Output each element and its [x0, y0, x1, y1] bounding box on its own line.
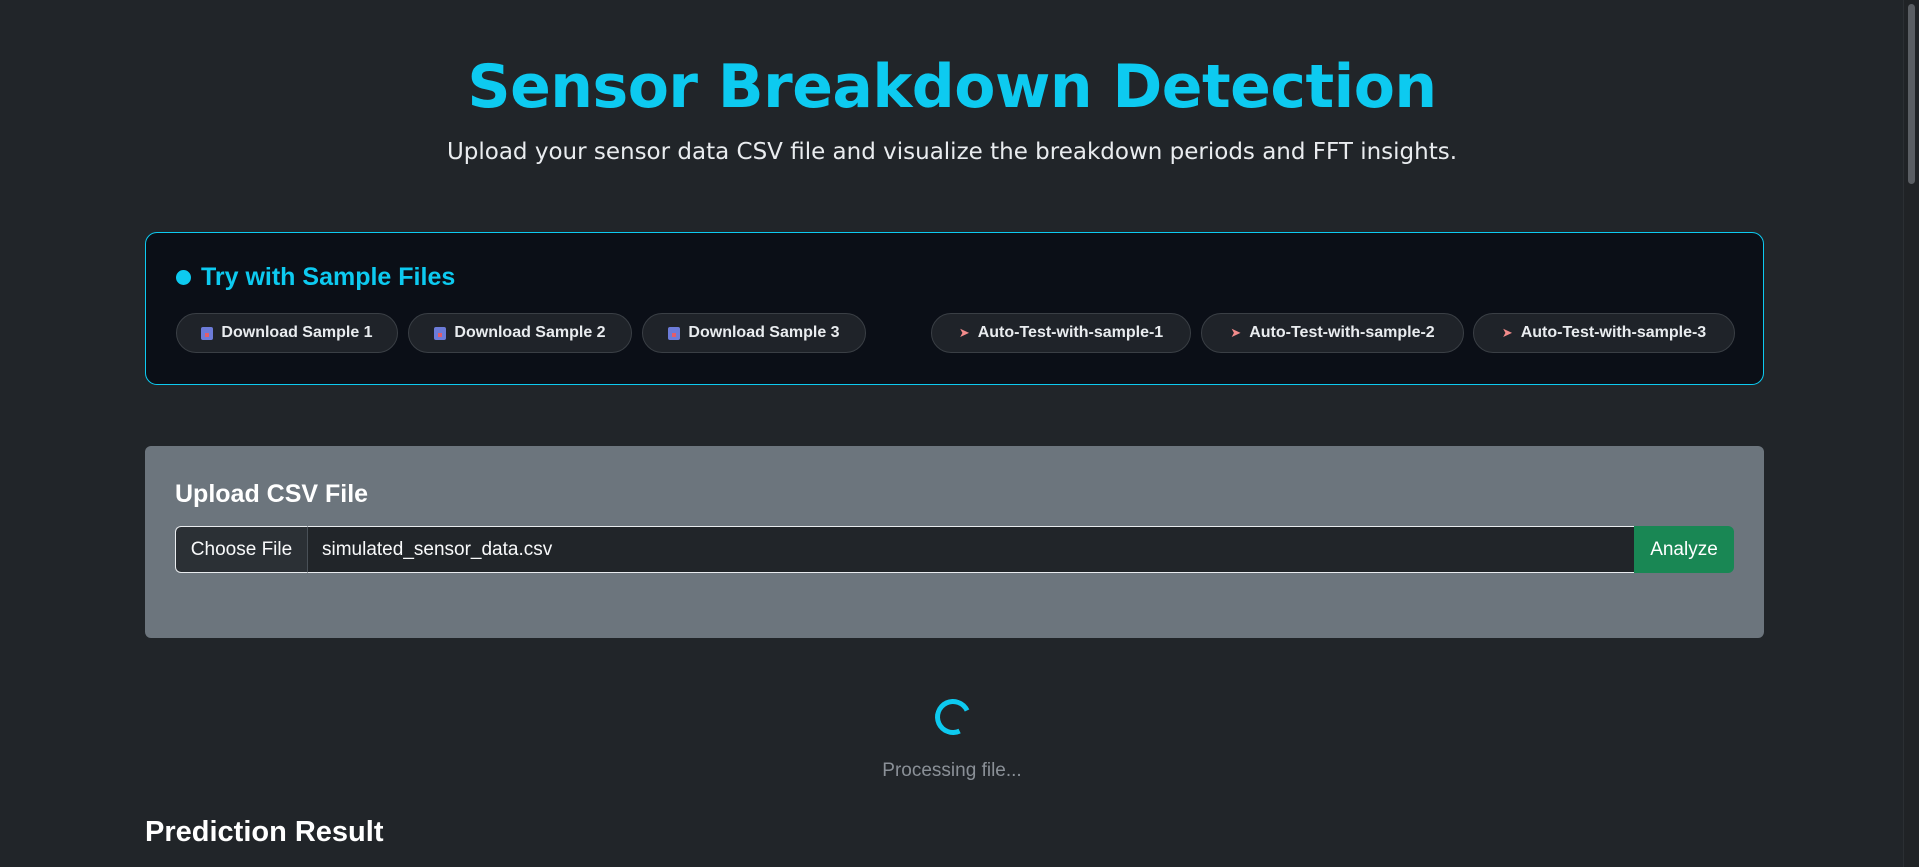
prediction-result-heading: Prediction Result [145, 816, 384, 848]
page-title: Sensor Breakdown Detection [467, 52, 1437, 122]
download-sample-2-button[interactable]: Download Sample 2 [408, 313, 632, 353]
loading-spinner-icon [929, 693, 977, 741]
auto-test-sample-1-button[interactable]: ➤ Auto-Test-with-sample-1 [931, 313, 1191, 353]
vertical-scrollbar[interactable] [1903, 0, 1919, 867]
download-sample-1-label: Download Sample 1 [221, 324, 373, 341]
download-sample-1-button[interactable]: Download Sample 1 [176, 313, 398, 353]
upload-heading: Upload CSV File [175, 480, 369, 508]
rocket-icon: ➤ [958, 325, 970, 340]
choose-file-button[interactable]: Choose File [175, 526, 307, 573]
download-box-icon [668, 326, 681, 340]
scrollbar-thumb[interactable] [1908, 4, 1915, 184]
rocket-icon: ➤ [1501, 325, 1513, 340]
auto-test-sample-2-label: Auto-Test-with-sample-2 [1249, 324, 1435, 341]
download-box-icon [201, 326, 214, 340]
download-sample-3-button[interactable]: Download Sample 3 [642, 313, 866, 353]
processing-status: Processing file... [882, 760, 1022, 781]
upload-card: Upload CSV File Choose File simulated_se… [145, 446, 1764, 638]
file-input-group: Choose File simulated_sensor_data.csv An… [175, 526, 1734, 573]
auto-test-sample-1-label: Auto-Test-with-sample-1 [977, 324, 1164, 341]
page: Sensor Breakdown Detection Upload your s… [0, 0, 1904, 867]
auto-test-sample-2-button[interactable]: ➤ Auto-Test-with-sample-2 [1201, 313, 1464, 353]
bullet-dot-icon [176, 270, 191, 285]
sample-files-card: Try with Sample Files Download Sample 1 … [145, 232, 1764, 385]
download-sample-3-label: Download Sample 3 [688, 324, 840, 341]
sample-files-heading: Try with Sample Files [176, 263, 455, 292]
analyze-button[interactable]: Analyze [1634, 526, 1734, 573]
rocket-icon: ➤ [1230, 325, 1242, 340]
auto-test-sample-3-button[interactable]: ➤ Auto-Test-with-sample-3 [1473, 313, 1735, 353]
auto-test-sample-3-label: Auto-Test-with-sample-3 [1520, 324, 1707, 341]
sample-files-heading-text: Try with Sample Files [201, 263, 456, 291]
selected-file-name[interactable]: simulated_sensor_data.csv [307, 526, 1634, 573]
page-subtitle: Upload your sensor data CSV file and vis… [446, 139, 1458, 165]
download-sample-2-label: Download Sample 2 [454, 324, 606, 341]
download-box-icon [434, 326, 447, 340]
